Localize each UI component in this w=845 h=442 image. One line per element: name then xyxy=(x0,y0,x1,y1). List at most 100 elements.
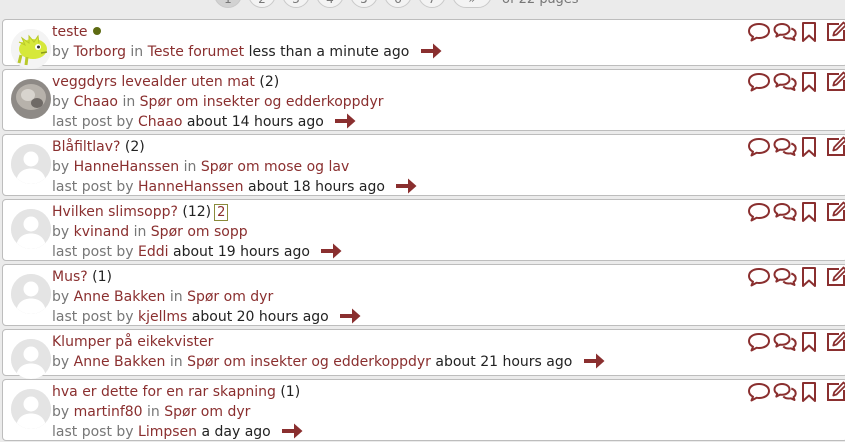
topic-title-line: hva er dette for en rar skapning (1) xyxy=(52,382,303,402)
author-link[interactable]: Anne Bakken xyxy=(74,289,166,305)
arrow-right-icon[interactable] xyxy=(583,352,605,370)
forum-link[interactable]: Spør om sopp xyxy=(151,224,248,240)
topic-row: Klumper på eikekvister by Anne Bakken in… xyxy=(2,329,845,379)
forum-link[interactable]: Spør om insekter og edderkoppdyr xyxy=(187,354,431,370)
last-post-label: last post by xyxy=(52,244,134,260)
comments-icon[interactable] xyxy=(773,21,797,43)
arrow-right-icon[interactable] xyxy=(320,242,342,260)
bookmark-icon[interactable] xyxy=(799,201,821,223)
last-post-time: about 18 hours ago xyxy=(248,179,385,195)
forum-link[interactable]: Spør om insekter og edderkoppdyr xyxy=(140,94,384,110)
page-button[interactable]: 4 xyxy=(316,0,344,8)
edit-icon[interactable] xyxy=(825,266,845,288)
comments-icon[interactable] xyxy=(773,266,797,288)
edit-icon[interactable] xyxy=(825,381,845,403)
topic-meta-line: by HanneHanssen in Spør om mose og lav xyxy=(52,157,417,177)
reply-count: (1) xyxy=(87,269,112,285)
comment-icon[interactable] xyxy=(747,331,770,353)
last-post-line: last post by Eddi about 19 hours ago xyxy=(52,242,342,262)
topic-title-link[interactable]: teste xyxy=(52,24,88,40)
bookmark-icon[interactable] xyxy=(799,21,821,43)
author-link[interactable]: martinf80 xyxy=(74,404,143,420)
forum-link[interactable]: Spør om mose og lav xyxy=(201,159,349,175)
arrow-right-icon[interactable] xyxy=(334,112,356,130)
forum-link[interactable]: Spør om dyr xyxy=(164,404,250,420)
author-link[interactable]: Torborg xyxy=(74,44,126,60)
last-post-label: last post by xyxy=(52,179,134,195)
last-post-author-link[interactable]: Chaao xyxy=(138,114,182,130)
topic-row: veggdyrs levealder uten mat (2) by Chaao… xyxy=(2,69,845,131)
last-post-label: last post by xyxy=(52,309,134,325)
in-label: in xyxy=(183,159,197,175)
arrow-right-icon[interactable] xyxy=(339,307,361,325)
arrow-right-icon[interactable] xyxy=(281,422,303,440)
comment-icon[interactable] xyxy=(747,201,770,223)
topic-meta-line: by Chaao in Spør om insekter og edderkop… xyxy=(52,92,384,112)
avatar[interactable] xyxy=(11,29,51,69)
avatar[interactable] xyxy=(11,339,51,379)
last-post-author-link[interactable]: Limpsen xyxy=(138,424,197,440)
topic-title-link[interactable]: veggdyrs levealder uten mat xyxy=(52,74,255,90)
comment-icon[interactable] xyxy=(747,381,770,403)
next-page-button[interactable]: » xyxy=(452,0,492,8)
in-label: in xyxy=(130,44,144,60)
author-link[interactable]: Chaao xyxy=(74,94,118,110)
bookmark-icon[interactable] xyxy=(799,381,821,403)
bookmark-icon[interactable] xyxy=(799,331,821,353)
by-label: by xyxy=(52,44,70,60)
edit-icon[interactable] xyxy=(825,331,845,353)
comments-icon[interactable] xyxy=(773,331,797,353)
page-button[interactable]: 5 xyxy=(350,0,378,8)
edit-icon[interactable] xyxy=(825,201,845,223)
avatar[interactable] xyxy=(11,389,51,429)
arrow-right-icon[interactable] xyxy=(420,42,442,60)
author-link[interactable]: kvinand xyxy=(74,224,130,240)
bookmark-icon[interactable] xyxy=(799,136,821,158)
comments-icon[interactable] xyxy=(773,136,797,158)
topic-title-link[interactable]: Klumper på eikekvister xyxy=(52,334,213,350)
by-label: by xyxy=(52,224,70,240)
comments-icon[interactable] xyxy=(773,71,797,93)
forum-link[interactable]: Spør om dyr xyxy=(187,289,273,305)
avatar[interactable] xyxy=(11,144,51,184)
topic-title-line: veggdyrs levealder uten mat (2) xyxy=(52,72,384,92)
page-button[interactable]: 3 xyxy=(282,0,310,8)
last-post-label: last post by xyxy=(52,114,134,130)
edit-icon[interactable] xyxy=(825,21,845,43)
page-button[interactable]: 1 xyxy=(214,0,242,8)
bookmark-icon[interactable] xyxy=(799,71,821,93)
arrow-right-icon[interactable] xyxy=(395,177,417,195)
by-label: by xyxy=(52,354,70,370)
page-button[interactable]: 6 xyxy=(384,0,412,8)
forum-link[interactable]: Teste forumet xyxy=(148,44,245,60)
comments-icon[interactable] xyxy=(773,201,797,223)
topic-content: Mus? (1) by Anne Bakken in Spør om dyr l… xyxy=(52,267,361,327)
avatar[interactable] xyxy=(11,274,51,314)
avatar[interactable] xyxy=(11,79,51,119)
page-button[interactable]: 2 xyxy=(248,0,276,8)
topic-title-link[interactable]: Mus? xyxy=(52,269,88,285)
edit-icon[interactable] xyxy=(825,136,845,158)
topic-page-link[interactable]: 2 xyxy=(214,204,229,221)
page-button[interactable]: 7 xyxy=(418,0,446,8)
last-post-author-link[interactable]: HanneHanssen xyxy=(138,179,244,195)
topic-title-link[interactable]: Hvilken slimsopp? xyxy=(52,204,178,220)
bookmark-icon[interactable] xyxy=(799,266,821,288)
last-post-author-link[interactable]: kjellms xyxy=(138,309,187,325)
topic-row: teste by Torborg in Teste forumet less t… xyxy=(2,19,845,69)
last-post-author-link[interactable]: Eddi xyxy=(138,244,169,260)
edit-icon[interactable] xyxy=(825,71,845,93)
topic-content: Hvilken slimsopp? (12) 2 by kvinand in Sp… xyxy=(52,202,342,262)
avatar[interactable] xyxy=(11,209,51,249)
comment-icon[interactable] xyxy=(747,21,770,43)
comment-icon[interactable] xyxy=(747,71,770,93)
topic-title-link[interactable]: hva er dette for en rar skapning xyxy=(52,384,276,400)
author-link[interactable]: Anne Bakken xyxy=(74,354,166,370)
comments-icon[interactable] xyxy=(773,381,797,403)
comment-icon[interactable] xyxy=(747,266,770,288)
topic-title-link[interactable]: Blåfiltlav? xyxy=(52,139,120,155)
last-post-time: a day ago xyxy=(201,424,271,440)
author-link[interactable]: HanneHanssen xyxy=(74,159,180,175)
comment-icon[interactable] xyxy=(747,136,770,158)
by-label: by xyxy=(52,159,70,175)
